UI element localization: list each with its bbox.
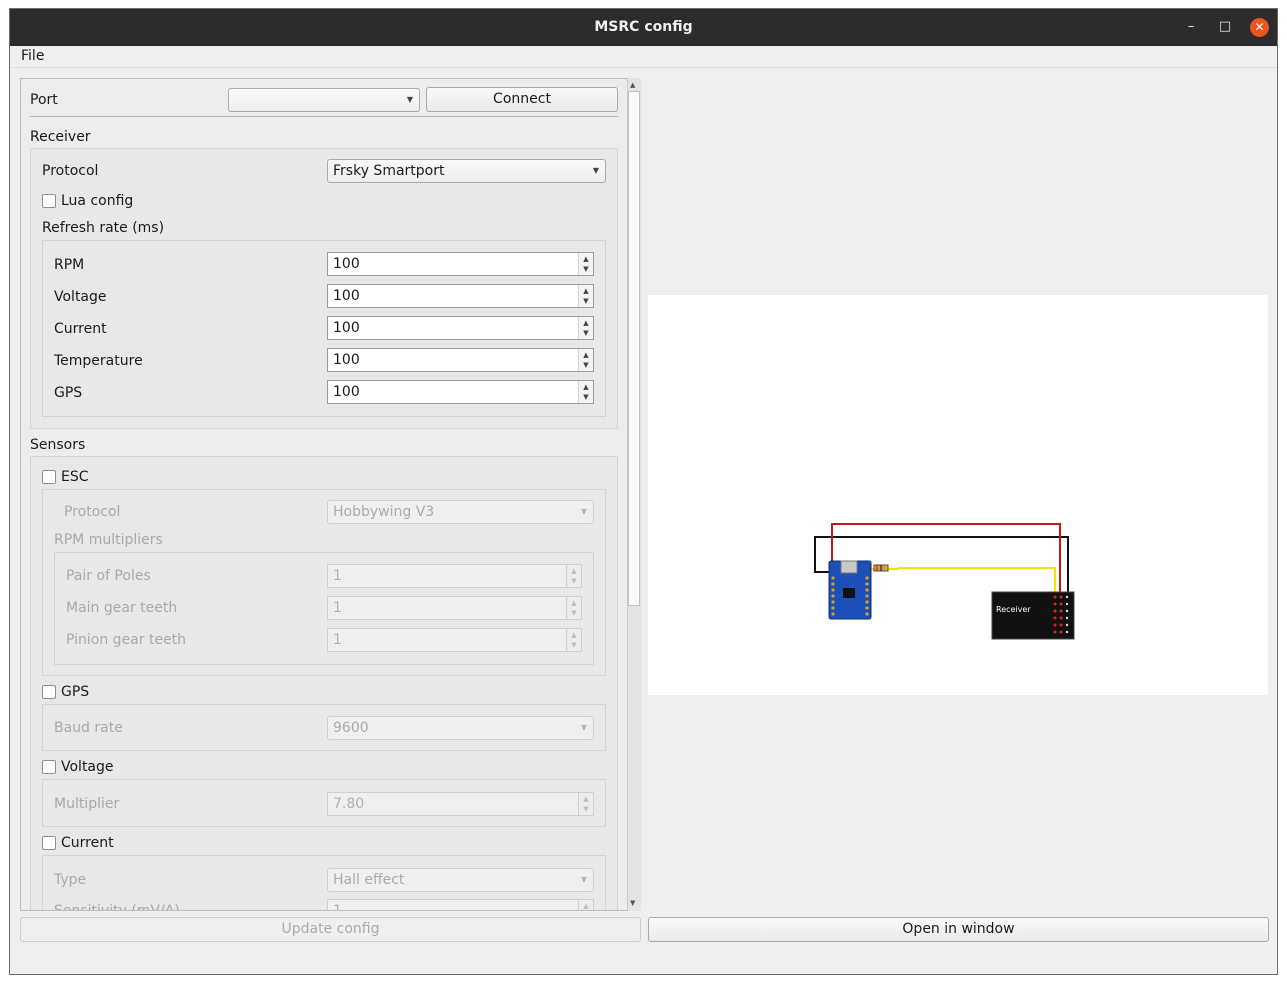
multiplier-input[interactable]: 7.80 ▲ ▼: [327, 792, 594, 816]
signal-wire: [858, 567, 1056, 593]
port-select[interactable]: ▼: [228, 88, 420, 112]
rate-input-gps[interactable]: 100 ▲ ▼: [327, 380, 594, 404]
receiver-module: Receiver: [991, 591, 1075, 640]
voltage-group: Multiplier 7.80 ▲ ▼: [42, 779, 606, 827]
spin-arrows-icon[interactable]: ▲▼: [566, 597, 581, 619]
rpm-multipliers-group: Pair of Poles 1 ▲ ▼ Main gear teeth 1 ▲ ▼ Pi…: [54, 552, 594, 665]
sensors-section-title: Sensors: [30, 437, 86, 453]
sensors-group: ESC Protocol Hobbywing V3 ▼ RPM multiplie…: [30, 456, 618, 911]
menu-bar: File: [10, 46, 1277, 68]
update-config-button[interactable]: Update config: [20, 917, 641, 942]
gps-label: GPS: [61, 684, 90, 700]
rate-input-temperature[interactable]: 100 ▲ ▼: [327, 348, 594, 372]
chevron-down-icon: ▼: [580, 507, 587, 516]
chevron-down-icon: ▼: [580, 875, 587, 884]
microcontroller-board: [828, 560, 872, 620]
pinion-gear-label: Pinion gear teeth: [66, 632, 187, 648]
chevron-down-icon: ▼: [406, 95, 413, 104]
current-group: Type Hall effect▼ Sensitivity (mV/A) 1▲▼: [42, 855, 606, 911]
rate-input-voltage[interactable]: 100 ▲ ▼: [327, 284, 594, 308]
receiver-section-title: Receiver: [30, 129, 91, 145]
rate-label-temperature: Temperature: [54, 353, 143, 369]
poles-label: Pair of Poles: [66, 568, 151, 584]
spin-arrows-icon[interactable]: ▲▼: [578, 349, 593, 371]
receiver-protocol-label: Protocol: [42, 163, 99, 179]
scroll-up-icon[interactable]: ▲: [630, 81, 635, 89]
receiver-module-label: Receiver: [996, 605, 1031, 614]
refresh-rate-group: RPM 100 ▲ ▼ Voltage 100 ▲ ▼ Current 100 ▲ ▼ Te…: [42, 240, 606, 417]
main-gear-input[interactable]: 1 ▲ ▼: [327, 596, 582, 620]
current-label: Current: [61, 835, 114, 851]
receiver-group: Protocol Frsky Smartport ▼ Lua config Ref…: [30, 148, 618, 429]
rpm-multipliers-title: RPM multipliers: [54, 532, 163, 548]
config-scroll-area: Port ▼ Connect Receiver Protocol Frsky S…: [20, 78, 641, 911]
spin-arrows-icon[interactable]: ▲▼: [578, 381, 593, 403]
close-button[interactable]: ✕: [1250, 18, 1269, 37]
esc-checkbox[interactable]: [42, 470, 56, 484]
app-window: MSRC config – □ ✕ File Port ▼ Connect Re…: [9, 8, 1278, 975]
esc-group: Protocol Hobbywing V3 ▼ RPM multipliers P…: [42, 489, 606, 676]
port-label: Port: [30, 92, 58, 108]
spin-arrows-icon[interactable]: ▲▼: [578, 285, 593, 307]
connect-button[interactable]: Connect: [426, 87, 618, 112]
maximize-button[interactable]: □: [1214, 17, 1236, 37]
lua-config-label: Lua config: [61, 193, 134, 209]
spin-arrows-icon[interactable]: ▲▼: [566, 629, 581, 651]
esc-label: ESC: [61, 469, 89, 485]
minimize-button[interactable]: –: [1180, 17, 1202, 37]
spin-arrows-icon[interactable]: ▲▼: [578, 793, 593, 815]
rate-label-rpm: RPM: [54, 257, 85, 273]
menu-file[interactable]: File: [21, 48, 44, 64]
esc-protocol-select[interactable]: Hobbywing V3 ▼: [327, 500, 594, 524]
receiver-protocol-select[interactable]: Frsky Smartport ▼: [327, 159, 606, 183]
rate-input-current[interactable]: 100 ▲ ▼: [327, 316, 594, 340]
current-type-label: Type: [54, 872, 87, 888]
esc-protocol-label: Protocol: [64, 504, 121, 520]
voltage-checkbox[interactable]: [42, 760, 56, 774]
sensitivity-input[interactable]: 1▲▼: [327, 899, 594, 910]
baud-rate-label: Baud rate: [54, 720, 123, 736]
multiplier-label: Multiplier: [54, 796, 120, 812]
scrollbar-thumb[interactable]: [628, 91, 640, 606]
spin-arrows-icon[interactable]: ▲▼: [578, 900, 593, 910]
voltage-label: Voltage: [61, 759, 114, 775]
spin-arrows-icon[interactable]: ▲▼: [566, 565, 581, 587]
poles-input[interactable]: 1 ▲ ▼: [327, 564, 582, 588]
wiring-diagram-svg: Receiver: [814, 523, 1075, 640]
refresh-rate-title: Refresh rate (ms): [42, 220, 165, 236]
open-in-window-button[interactable]: Open in window: [648, 917, 1269, 942]
current-type-select[interactable]: Hall effect ▼: [327, 868, 594, 892]
window-title: MSRC config: [594, 19, 693, 35]
main-gear-label: Main gear teeth: [66, 600, 178, 616]
separator: [30, 116, 618, 117]
chevron-down-icon: ▼: [580, 723, 587, 732]
wiring-diagram: Receiver: [648, 295, 1268, 695]
spin-arrows-icon[interactable]: ▲▼: [578, 317, 593, 339]
rate-label-current: Current: [54, 321, 107, 337]
rate-label-gps: GPS: [54, 385, 83, 401]
lua-config-checkbox[interactable]: [42, 194, 56, 208]
current-checkbox[interactable]: [42, 836, 56, 850]
chevron-down-icon: ▼: [592, 166, 599, 175]
baud-rate-select[interactable]: 9600 ▼: [327, 716, 594, 740]
rate-label-voltage: Voltage: [54, 289, 107, 305]
rate-input-rpm[interactable]: 100 ▲ ▼: [327, 252, 594, 276]
sensitivity-label: Sensitivity (mV/A): [54, 903, 180, 911]
gps-group: Baud rate 9600 ▼: [42, 704, 606, 751]
title-bar: MSRC config – □ ✕: [10, 9, 1277, 46]
pinion-gear-input[interactable]: 1 ▲ ▼: [327, 628, 582, 652]
gps-checkbox[interactable]: [42, 685, 56, 699]
spin-arrows-icon[interactable]: ▲▼: [578, 253, 593, 275]
scroll-down-icon[interactable]: ▼: [630, 899, 635, 907]
